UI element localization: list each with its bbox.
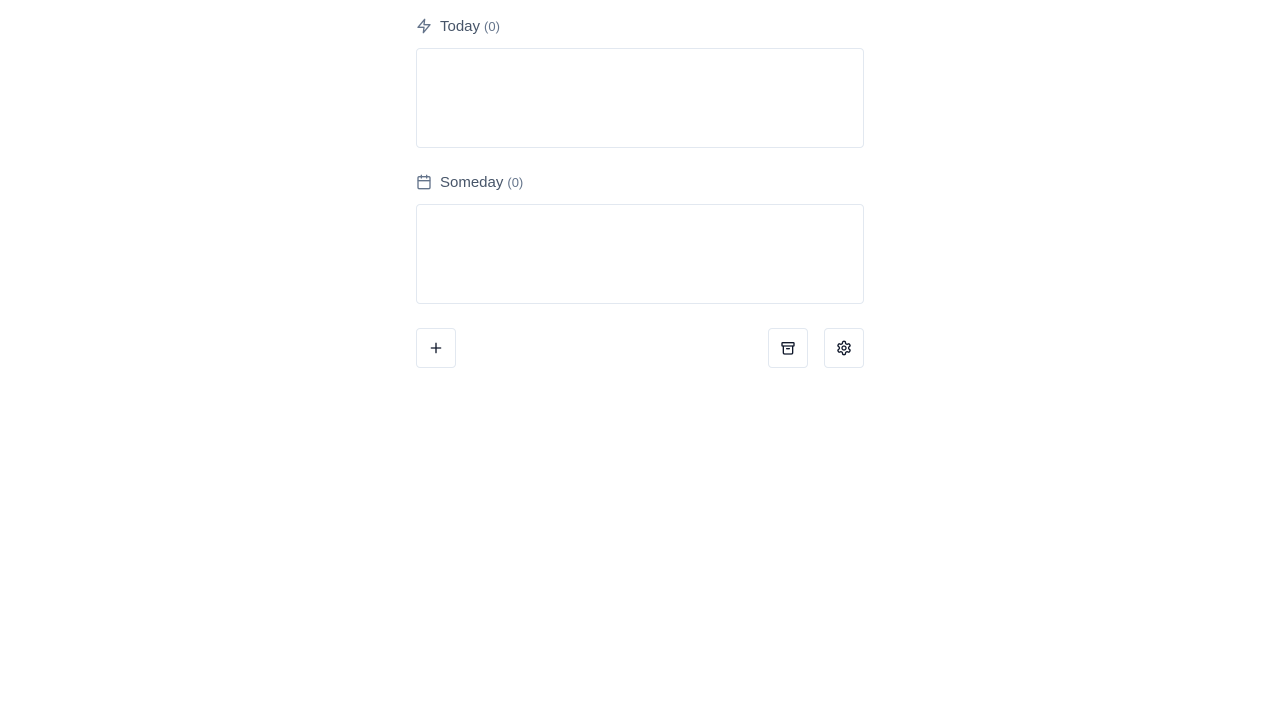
section-count: (0) xyxy=(507,174,524,190)
section-title: Today xyxy=(440,17,481,35)
section-title: Someday xyxy=(440,173,504,191)
gear-icon xyxy=(836,340,852,356)
archive-button[interactable] xyxy=(768,328,808,368)
someday-task-list[interactable] xyxy=(416,204,864,304)
section-someday: Someday (0) xyxy=(416,172,864,304)
lightning-bolt-icon xyxy=(416,18,432,34)
section-count: (0) xyxy=(484,18,500,34)
calendar-icon xyxy=(416,174,432,190)
bottom-toolbar xyxy=(416,328,864,368)
section-today: Today (0) xyxy=(416,16,864,148)
add-task-button[interactable] xyxy=(416,328,456,368)
section-header-someday: Someday (0) xyxy=(416,172,864,192)
plus-icon xyxy=(428,340,444,356)
settings-button[interactable] xyxy=(824,328,864,368)
archive-icon xyxy=(780,340,796,356)
section-header-today: Today (0) xyxy=(416,16,864,36)
today-task-list[interactable] xyxy=(416,48,864,148)
task-board: Today (0) Someday (0) xyxy=(416,0,864,368)
